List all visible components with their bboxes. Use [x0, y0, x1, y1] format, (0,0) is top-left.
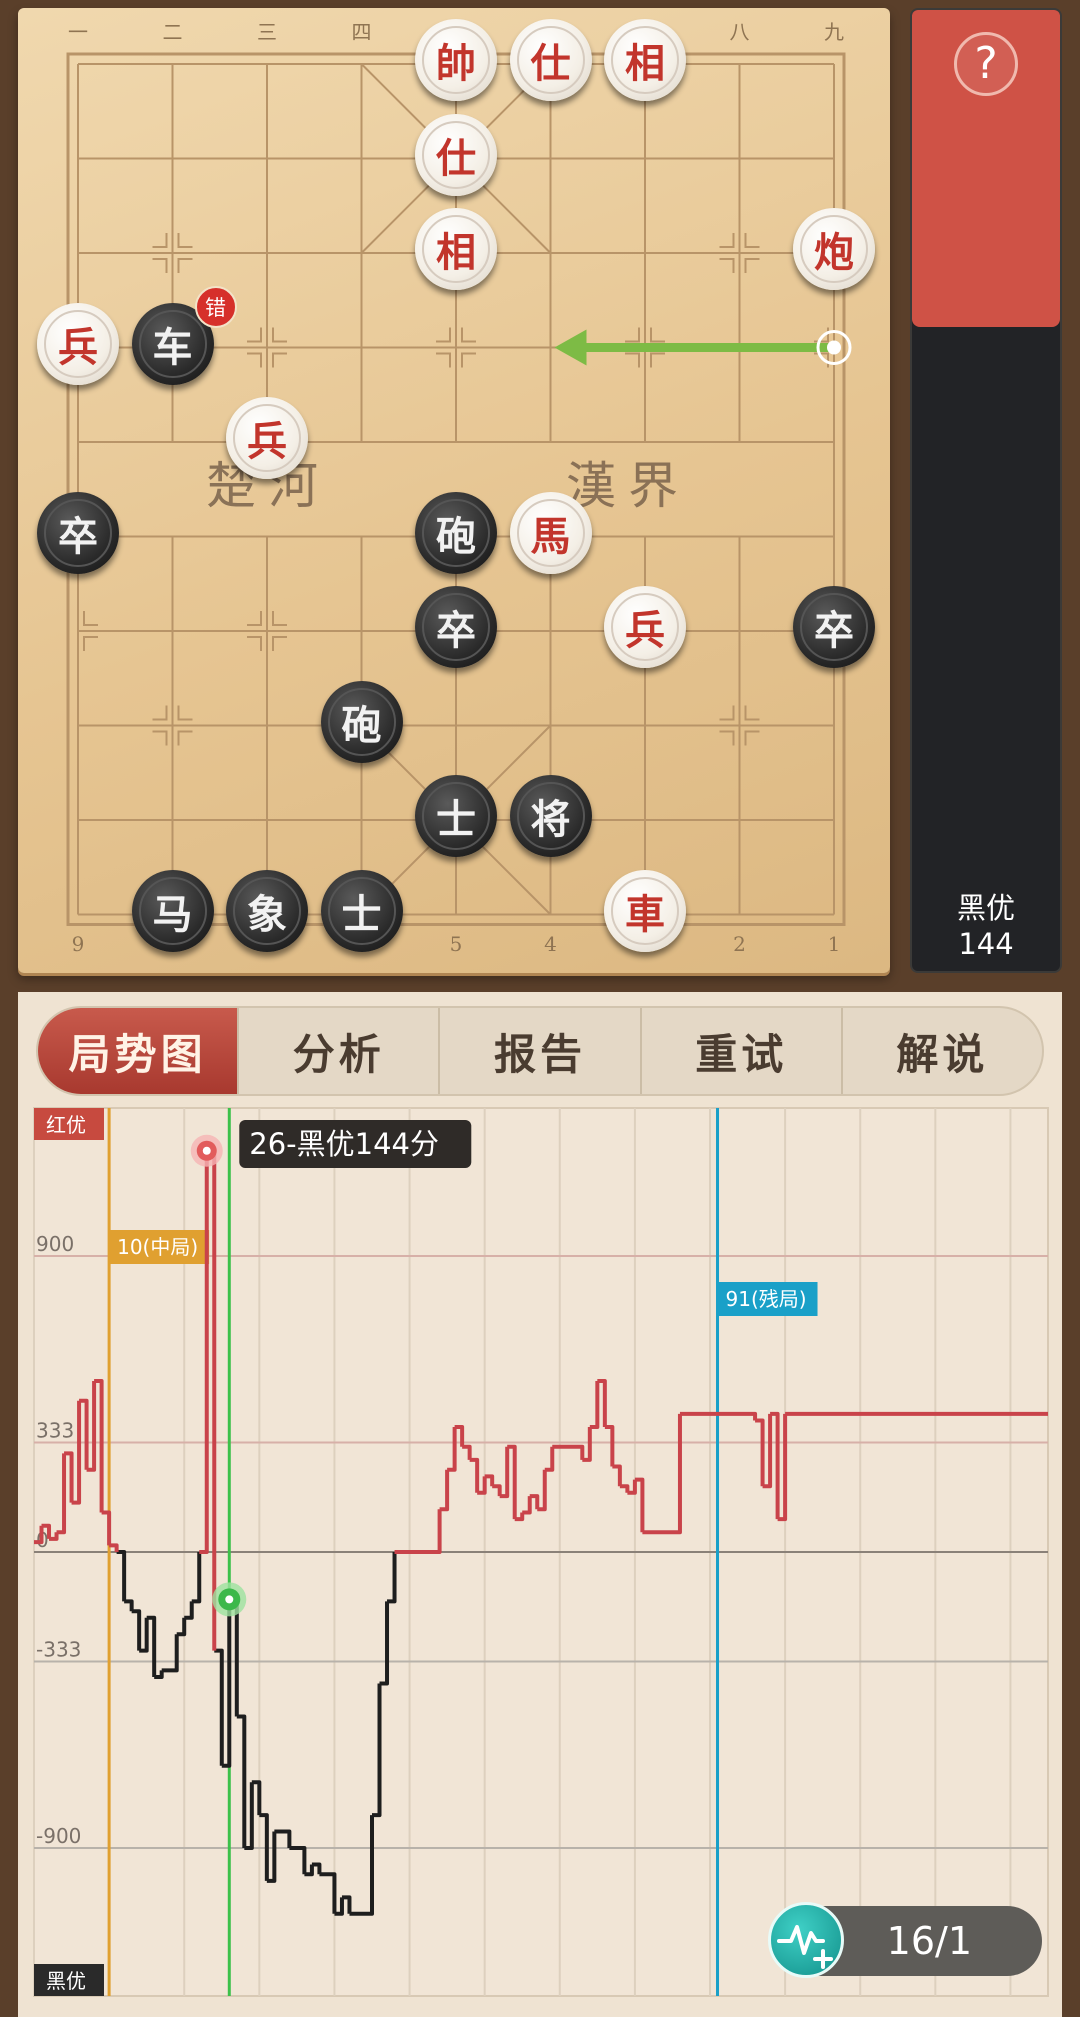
- current-move-tooltip-label: 26-黑优144分: [249, 1127, 439, 1161]
- evaluation-side: 黑优: [956, 891, 1015, 925]
- red-advantage-label: 红优: [46, 1113, 86, 1137]
- evaluation-label: 黑优 144: [912, 890, 1060, 962]
- y-tick-label: 333: [36, 1418, 74, 1442]
- hint-arrow: [554, 329, 852, 366]
- analysis-panel: 局势图 分析 报告 重试 解说 900 333 0 -333 -900 红优 黑优 10(中局…: [18, 992, 1062, 2017]
- question-mark-icon: ?: [974, 38, 998, 89]
- evaluation-bar: ? 黑优 144: [910, 8, 1062, 973]
- black-advantage-label: 黑优: [46, 1969, 86, 1993]
- hint-arrow-origin-dot: [827, 340, 841, 355]
- phase-marker-label: 10(中局): [117, 1235, 198, 1259]
- evaluation-score: 144: [958, 927, 1014, 961]
- y-tick-label: 900: [36, 1232, 74, 1256]
- peak-point-center: [202, 1146, 211, 1155]
- hint-arrow-head: [554, 329, 587, 366]
- add-analysis-button[interactable]: [768, 1902, 844, 1978]
- help-button[interactable]: ?: [954, 32, 1018, 96]
- evaluation-chart[interactable]: 9003330-333-900红优黑优10(中局)91(残局)26-黑优144分: [18, 992, 1062, 2017]
- pulse-plus-icon: [777, 1925, 833, 1969]
- current-point-center: [225, 1595, 234, 1604]
- phase-marker-label: 91(残局): [726, 1287, 807, 1311]
- y-tick-label: -333: [36, 1638, 81, 1662]
- y-tick-label: -900: [36, 1824, 81, 1848]
- xiangqi-board[interactable]: 一二三四五六七八九 987654321 楚河 漢界 帥仕相仕相炮兵车错兵卒砲馬卒…: [18, 8, 890, 973]
